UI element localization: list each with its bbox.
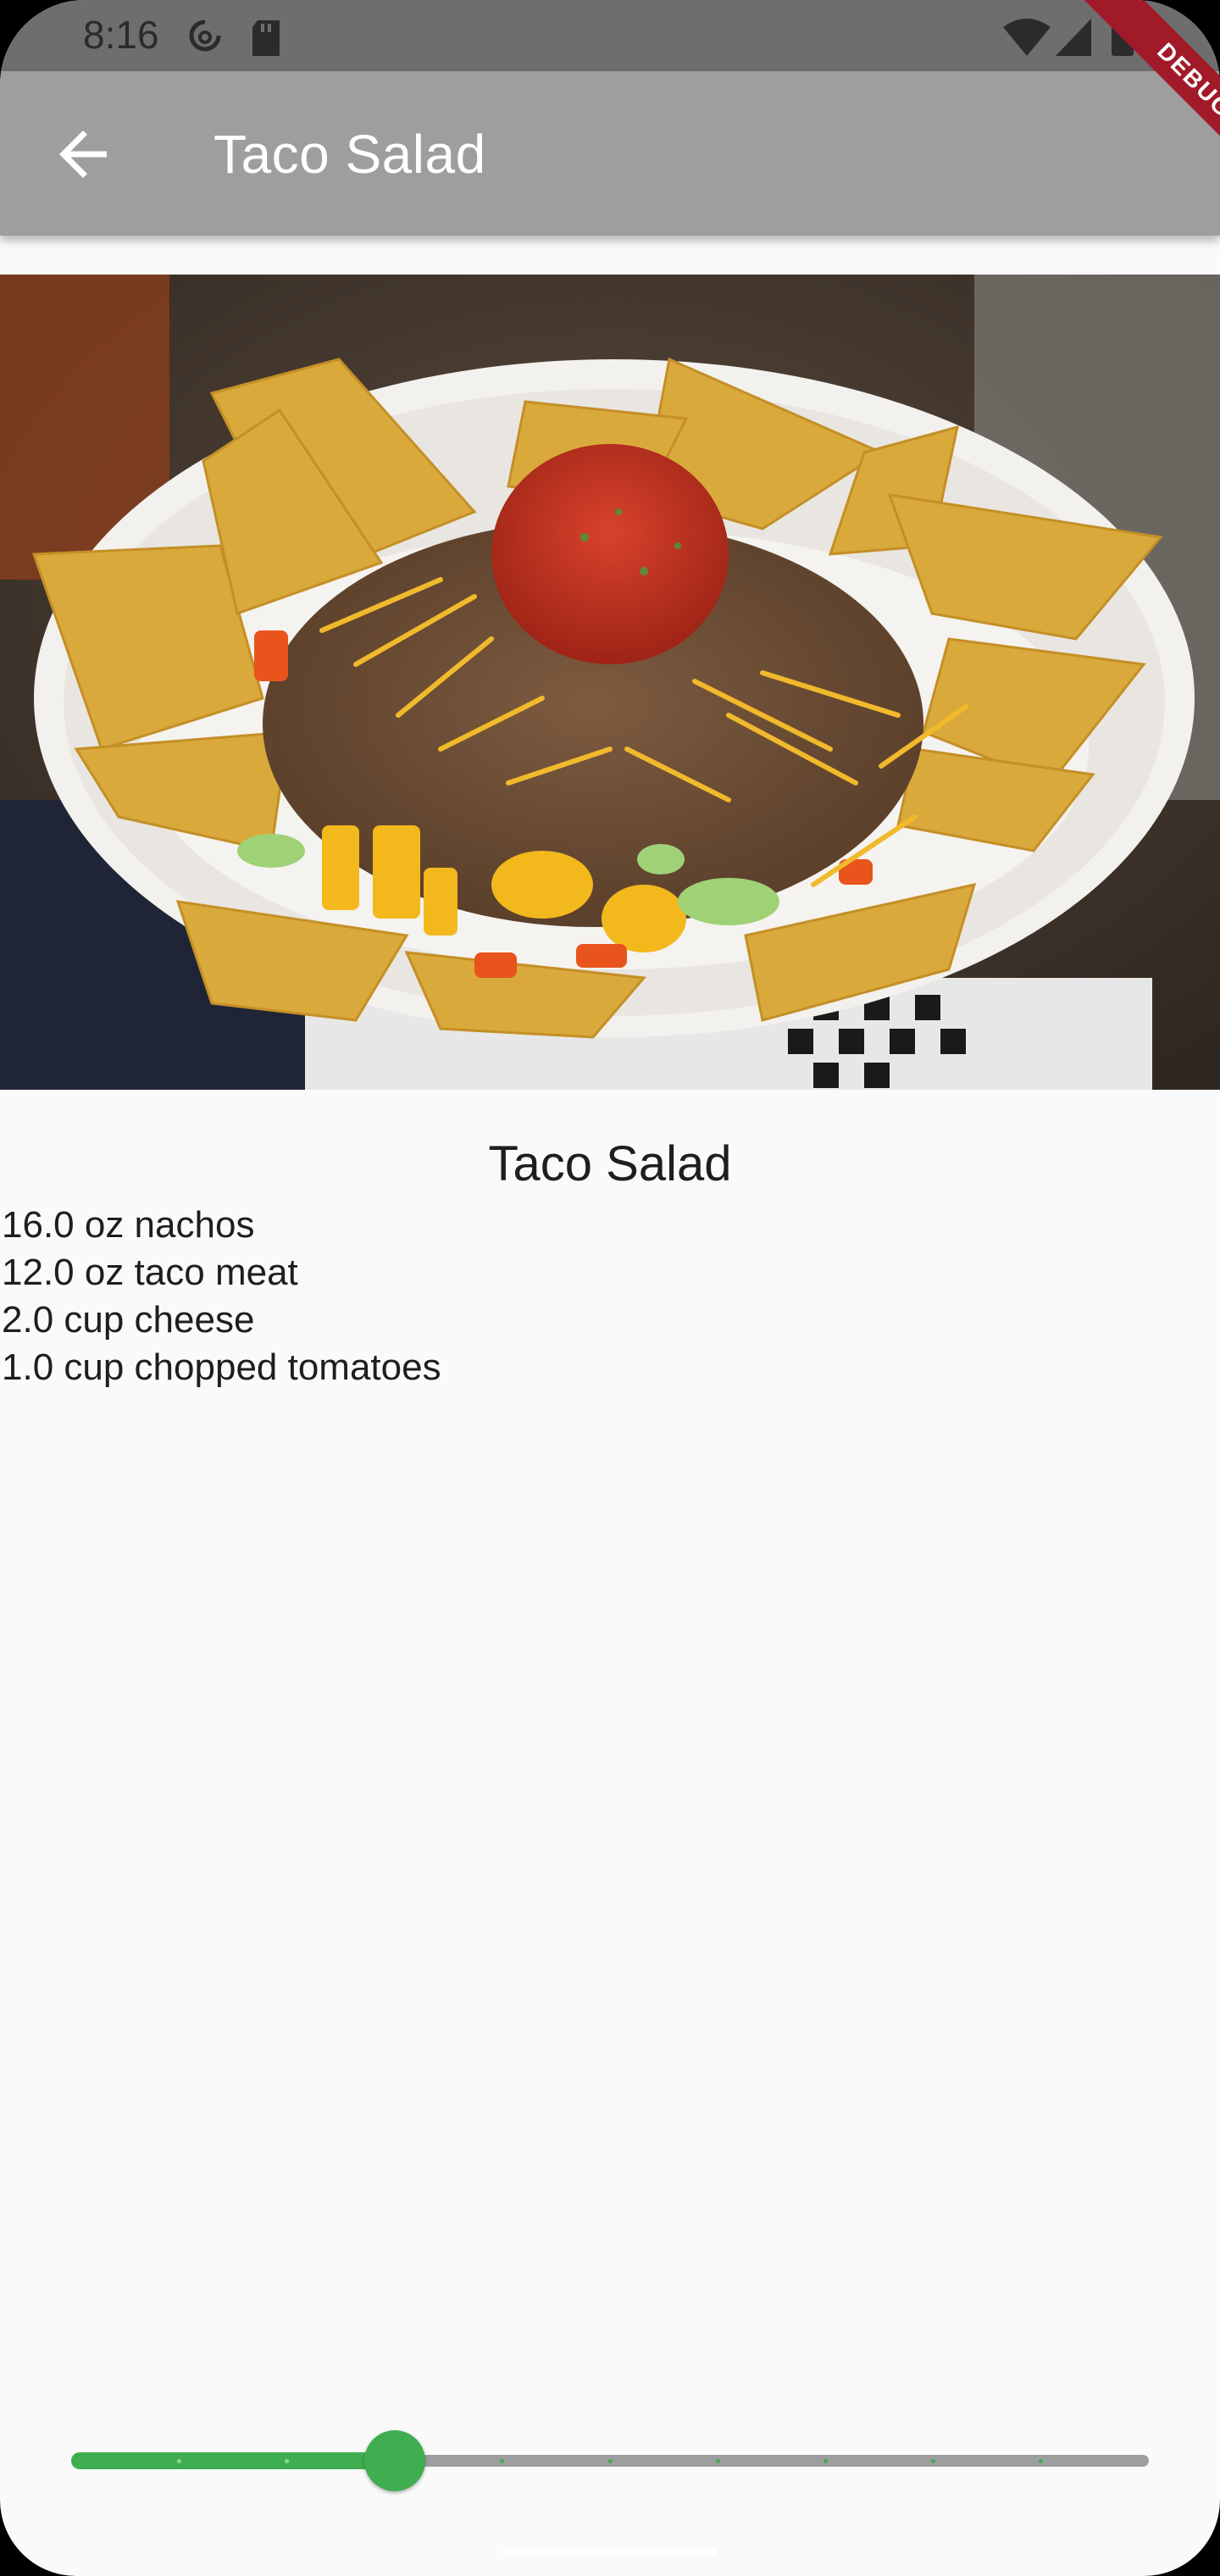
recipe-title: Taco Salad	[488, 1136, 732, 1191]
slider-track-inactive[interactable]	[394, 2455, 1149, 2467]
slider-thumb[interactable]	[363, 2430, 425, 2491]
debug-banner-label: DEBUG	[1084, 0, 1220, 186]
ingredient-item: 16.0 oz nachos	[2, 1204, 255, 1246]
ingredient-item: 1.0 cup chopped tomatoes	[2, 1346, 441, 1388]
debug-banner: DEBUG	[1034, 0, 1220, 186]
data-saver-icon	[189, 19, 221, 52]
servings-slider[interactable]	[71, 2423, 1149, 2491]
sd-card-icon	[252, 20, 280, 56]
slider-tick	[607, 2459, 613, 2463]
slider-tick	[176, 2459, 181, 2463]
taco-salad-photo	[0, 275, 1220, 1090]
ingredient-list: 16.0 oz nachos 12.0 oz taco meat 2.0 cup…	[2, 1202, 441, 1391]
slider-tick	[715, 2459, 720, 2463]
slider-tick	[823, 2459, 828, 2463]
ingredient-item: 2.0 cup cheese	[2, 1299, 255, 1341]
home-indicator[interactable]	[503, 2549, 717, 2556]
arrow-back-icon[interactable]	[47, 119, 119, 190]
page-title: Taco Salad	[214, 124, 486, 185]
status-time: 8:16	[83, 13, 159, 57]
recipe-image	[0, 275, 1220, 1090]
app-screen: 8:16 Taco Salad DEBUG Taco Salad 16.0 oz…	[0, 0, 1220, 2576]
slider-track-active[interactable]	[71, 2452, 395, 2469]
ingredient-item: 12.0 oz taco meat	[2, 1252, 298, 1293]
slider-tick	[284, 2459, 289, 2463]
